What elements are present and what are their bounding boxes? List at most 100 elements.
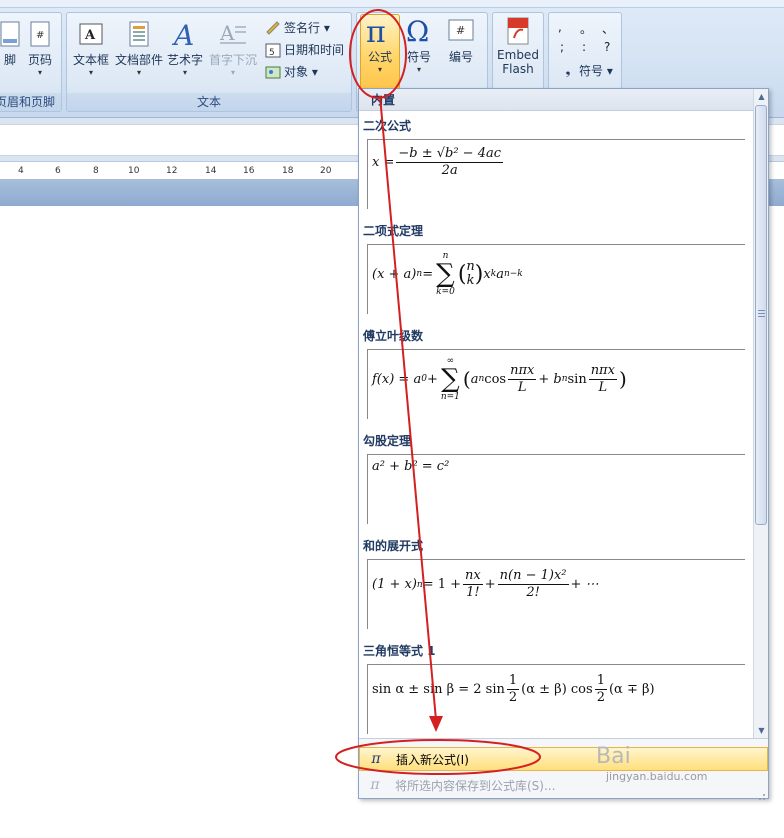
grip-line bbox=[758, 316, 765, 317]
bullet-icon: ❟ bbox=[565, 63, 571, 77]
eq-text: (α ∓ β) bbox=[608, 682, 655, 697]
formula-title: 和的展开式 bbox=[363, 539, 424, 553]
chevron-down-icon: ▾ bbox=[89, 68, 94, 77]
date-time-label: 日期和时间 bbox=[284, 43, 345, 57]
eq-text: a bbox=[496, 266, 504, 282]
drop-cap-icon: A bbox=[218, 19, 248, 49]
text-box-button[interactable]: A 文本框 ▾ bbox=[73, 19, 109, 78]
formula-item-pythagorean[interactable]: 勾股定理 a² + b² = c² bbox=[359, 426, 753, 531]
equation-pythagorean: a² + b² = c² bbox=[372, 459, 450, 474]
object-button[interactable]: 对象 ▾ bbox=[265, 63, 318, 80]
footer-button[interactable]: 脚 bbox=[0, 19, 25, 68]
eq-text: = bbox=[422, 266, 434, 282]
object-icon bbox=[265, 64, 281, 80]
scroll-up-arrow-icon[interactable]: ▲ bbox=[754, 89, 769, 104]
text-box-label: 文本框 bbox=[73, 53, 110, 67]
grip-line bbox=[758, 310, 765, 311]
drop-cap-label: 首字下沉 bbox=[209, 53, 258, 67]
eq-binom-top: n bbox=[466, 259, 475, 274]
eq-text: (1 + x) bbox=[372, 577, 417, 592]
eq-text: sin α ± sin β = 2 sin bbox=[372, 682, 505, 697]
ribbon-top-edge bbox=[0, 0, 784, 8]
numbering-button[interactable]: # 编号 bbox=[446, 16, 476, 65]
group-text: A 文本框 ▾ 文档部件 ▾ A 艺术字 ▾ A 首字下沉 ▾ 签名行 ▾ 5 … bbox=[66, 12, 352, 112]
eq-text: x = bbox=[372, 155, 395, 170]
chevron-down-icon: ▾ bbox=[416, 65, 421, 74]
eq-text: (α ± β) cos bbox=[521, 682, 593, 697]
punct-period[interactable]: 。 bbox=[580, 20, 592, 37]
signature-line-label: 签名行 ▾ bbox=[284, 21, 330, 35]
equation-fourier: f(x) = a0 + ∞ ∑ n=1 ( an cos nπx L + bn sin… bbox=[372, 356, 627, 402]
eq-numerator: n(n − 1)x² bbox=[497, 568, 569, 585]
ruler-tick: 12 bbox=[166, 166, 178, 176]
punct-enum-comma[interactable]: 、 bbox=[602, 20, 614, 37]
svg-text:5: 5 bbox=[269, 48, 275, 58]
wordart-button[interactable]: A 艺术字 ▾ bbox=[167, 19, 203, 78]
footer-icon bbox=[0, 19, 25, 49]
ruler-tick: 10 bbox=[128, 166, 140, 176]
date-time-button[interactable]: 5 日期和时间 bbox=[265, 41, 344, 58]
svg-text:#: # bbox=[36, 30, 44, 41]
scroll-down-arrow-icon[interactable]: ▼ bbox=[754, 723, 769, 738]
formula-preview: (1 + x) n = 1 + nx 1! + n(n − 1)x² 2! + ⋯ bbox=[367, 559, 745, 629]
eq-text: + ⋯ bbox=[570, 577, 599, 592]
eq-text: cos bbox=[484, 371, 507, 387]
formula-item-expansion[interactable]: 和的展开式 (1 + x) n = 1 + nx 1! + n(n − 1)x² 2!… bbox=[359, 531, 753, 636]
formula-label: 公式 bbox=[367, 50, 392, 64]
wordart-label: 艺术字 bbox=[167, 53, 204, 67]
page-number-label: 页码 bbox=[27, 53, 52, 67]
eq-text: f(x) = a bbox=[372, 371, 422, 387]
svg-text:π: π bbox=[366, 15, 386, 47]
ruler-tick: 20 bbox=[320, 166, 332, 176]
save-to-gallery-label: 将所选内容保存到公式库(S)... bbox=[395, 778, 556, 793]
numbering-icon: # bbox=[446, 16, 476, 46]
symbol-button[interactable]: Ω 符号 ▾ bbox=[404, 15, 434, 75]
formula-item-fourier[interactable]: 傅立叶级数 f(x) = a0 + ∞ ∑ n=1 ( an cos nπx L + … bbox=[359, 321, 753, 426]
signature-line-button[interactable]: 签名行 ▾ bbox=[265, 19, 330, 36]
resize-grip-icon[interactable] bbox=[756, 786, 766, 800]
document-parts-label: 文档部件 bbox=[115, 53, 164, 67]
formula-gallery: 内置 二次公式 x = −b ± √b² − 4ac 2a 二项式定理 (x + … bbox=[358, 88, 769, 800]
scrollbar-thumb[interactable] bbox=[755, 105, 767, 525]
eq-text: = 1 + bbox=[422, 577, 462, 592]
omega-icon: Ω bbox=[404, 15, 434, 47]
document-parts-icon bbox=[124, 19, 154, 49]
eq-denominator: 1! bbox=[466, 585, 480, 600]
eq-numerator: 1 bbox=[506, 673, 520, 690]
equation-trig: sin α ± sin β = 2 sin 12 (α ± β) cos 12 … bbox=[372, 673, 655, 706]
eq-sum-lower: n=1 bbox=[440, 392, 460, 402]
svg-text:#: # bbox=[456, 24, 465, 37]
equation-binomial: (x + a) n = n ∑ k=0 (n k) x k a n−k bbox=[372, 251, 523, 297]
numbering-label: 编号 bbox=[448, 50, 473, 64]
punct-comma[interactable]: , bbox=[558, 20, 562, 34]
svg-text:A: A bbox=[171, 19, 194, 49]
object-label: 对象 ▾ bbox=[284, 65, 318, 79]
formula-item-trig-identity[interactable]: 三角恒等式 1 sin α ± sin β = 2 sin 12 (α ± β)… bbox=[359, 636, 753, 736]
svg-text:A: A bbox=[219, 21, 235, 45]
chevron-down-icon: ▾ bbox=[231, 68, 236, 77]
drop-cap-button[interactable]: A 首字下沉 ▾ bbox=[209, 19, 257, 78]
word-window: { "ribbon": { "group_header_footer": { "… bbox=[0, 0, 784, 838]
ruler-tick: 18 bbox=[282, 166, 294, 176]
ruler-tick: 8 bbox=[93, 166, 99, 176]
eq-text: a bbox=[470, 371, 479, 387]
gallery-scrollbar[interactable]: ▲ ▼ bbox=[753, 89, 768, 739]
insert-new-formula-menu-item[interactable]: π 插入新公式(I) bbox=[359, 747, 768, 771]
formula-button[interactable]: π 公式 ▾ bbox=[362, 15, 398, 75]
formula-item-quadratic[interactable]: 二次公式 x = −b ± √b² − 4ac 2a bbox=[359, 111, 753, 216]
symbol-dropdown-button[interactable]: ❟ 符号 ▾ bbox=[560, 62, 613, 79]
eq-text: sin bbox=[567, 371, 587, 387]
eq-numerator: nπx bbox=[508, 362, 537, 380]
formula-item-binomial[interactable]: 二项式定理 (x + a) n = n ∑ k=0 (n k) x k a n−k bbox=[359, 216, 753, 321]
ruler-tick: 4 bbox=[18, 166, 24, 176]
formula-title: 三角恒等式 1 bbox=[363, 644, 436, 658]
document-parts-button[interactable]: 文档部件 ▾ bbox=[115, 19, 163, 78]
punct-semicolon[interactable]: ; bbox=[560, 40, 564, 54]
punct-colon[interactable]: : bbox=[582, 40, 586, 54]
chevron-down-icon: ▾ bbox=[37, 68, 42, 77]
embed-flash-button[interactable]: Embed Flash bbox=[496, 16, 540, 76]
baidu-logo: Bai bbox=[596, 744, 631, 769]
eq-denominator: 2a bbox=[441, 163, 458, 178]
page-number-button[interactable]: # 页码 ▾ bbox=[25, 19, 55, 78]
punct-question[interactable]: ? bbox=[604, 40, 610, 54]
